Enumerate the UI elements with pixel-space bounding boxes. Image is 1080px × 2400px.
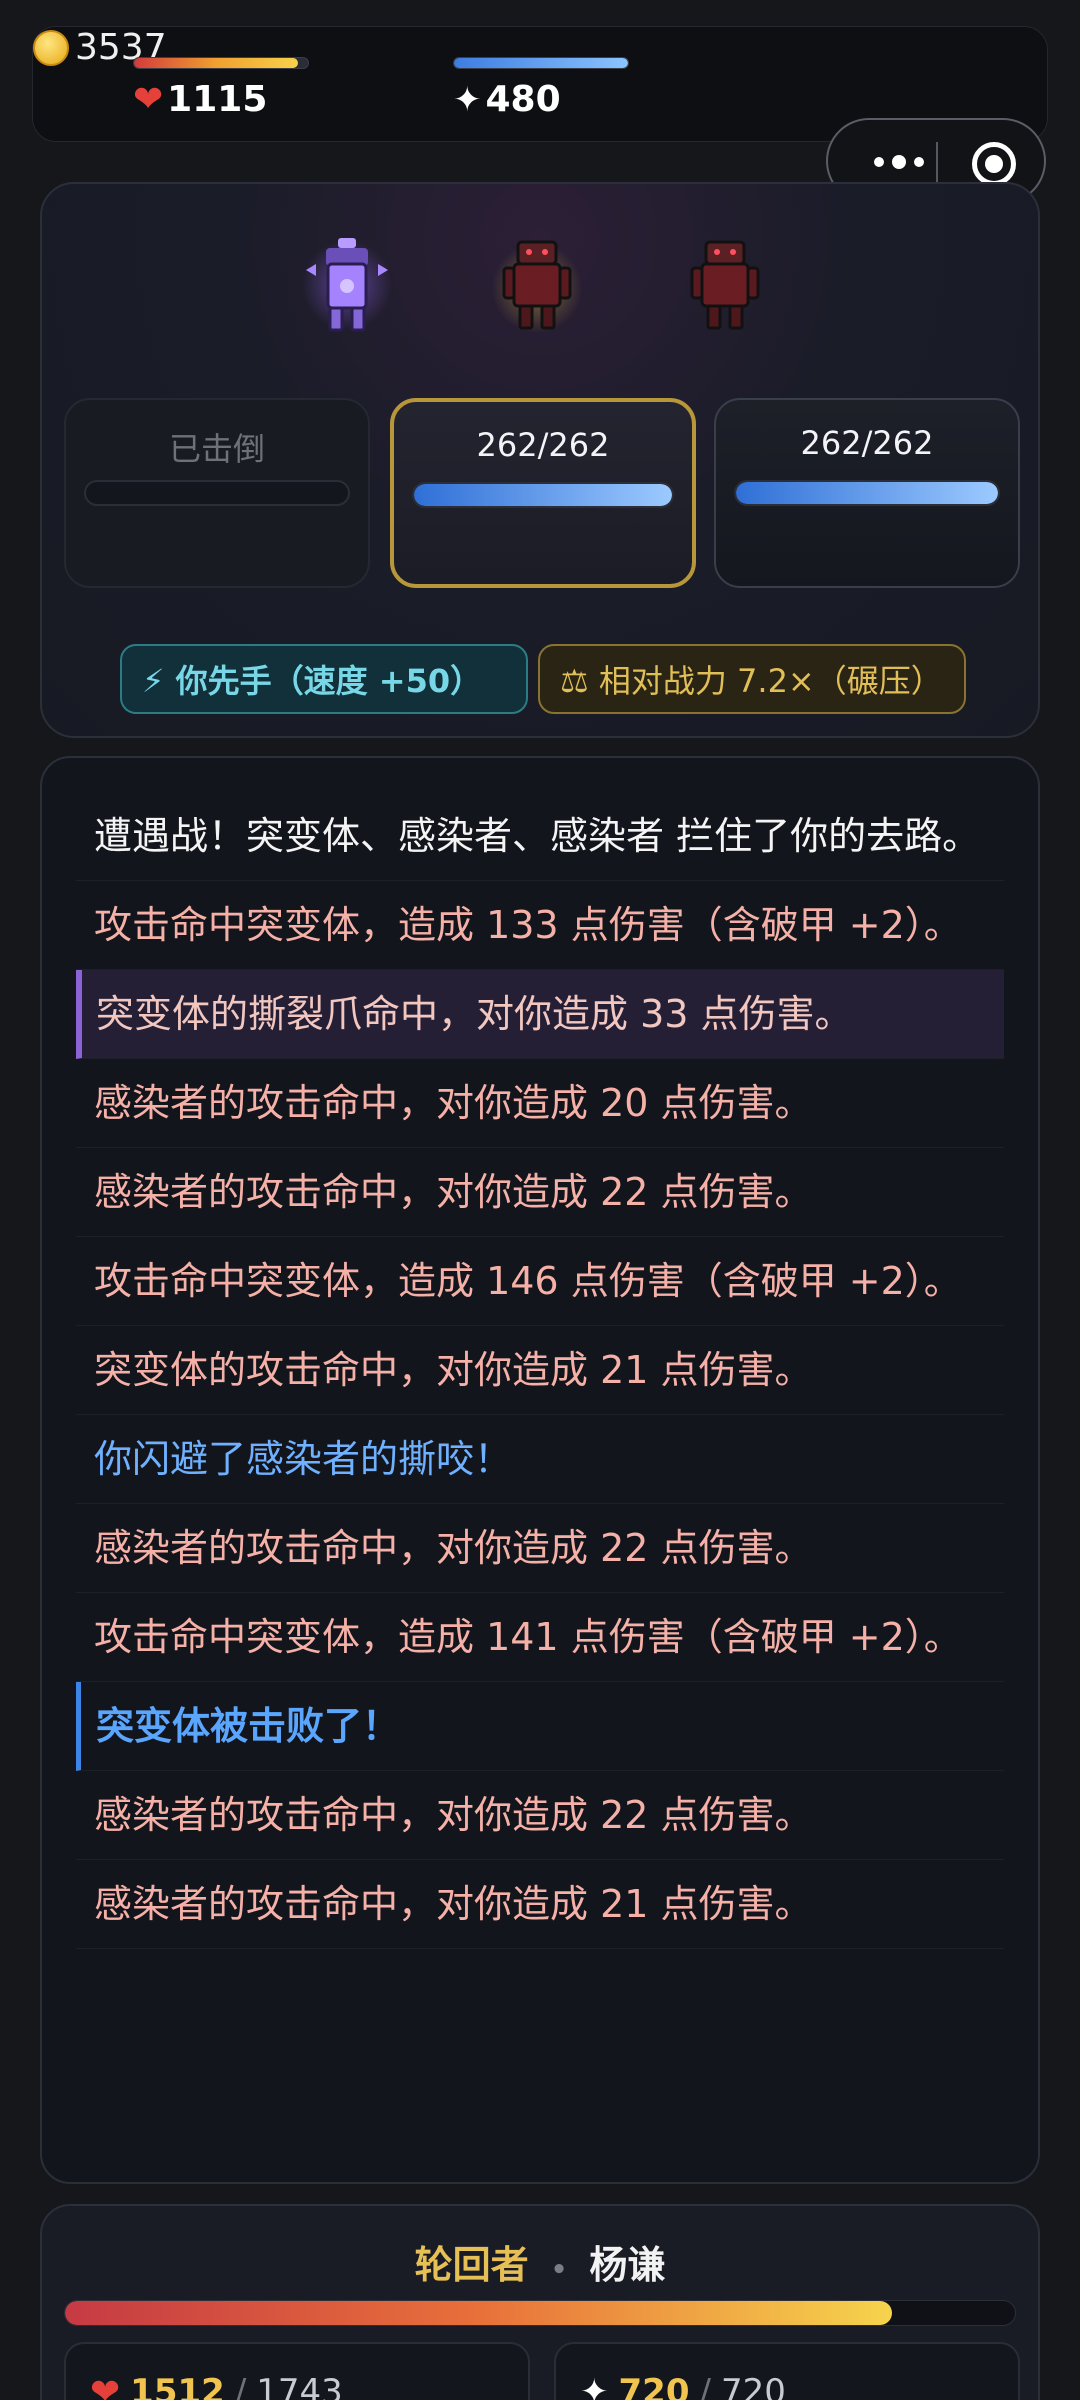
enemy-status: 已击倒 <box>168 430 265 468</box>
energy-slash: / <box>699 2372 711 2400</box>
enemy-hp-text: 262/262 <box>476 426 610 464</box>
title-separator: • <box>550 2255 568 2285</box>
relative-power-badge: ⚖ 相对战力 7.2×（碾压） <box>538 644 966 714</box>
player-hp-current: 1512 <box>130 2372 225 2400</box>
log-entry: 感染者的攻击命中，对你造成 20 点伤害。 <box>76 1059 1004 1148</box>
log-entry: 感染者的攻击命中，对你造成 22 点伤害。 <box>76 1504 1004 1593</box>
hp-slash: / <box>234 2372 247 2400</box>
enemy-card-selected[interactable]: 262/262 <box>390 398 696 588</box>
heart-icon: ❤ <box>133 79 164 120</box>
battle-panel: 已击倒 262/262 262/262 ⚡ 你先手（速度 +50） ⚖ 相对战力… <box>40 182 1040 738</box>
energy-stat: ✦ 480 <box>453 57 629 120</box>
enemy-hp-bar <box>734 480 1000 506</box>
enemy-card-defeated[interactable]: 已击倒 <box>64 398 370 588</box>
player-energy-current: 720 <box>618 2372 690 2400</box>
more-menu-icon[interactable] <box>856 142 942 182</box>
hp-value: 1115 <box>167 79 268 120</box>
log-entry: 突变体的攻击命中，对你造成 21 点伤害。 <box>76 1326 1004 1415</box>
infected-sprite-icon[interactable] <box>680 230 770 340</box>
player-title: 轮回者 • 杨谦 <box>42 2234 1038 2289</box>
player-class: 轮回者 <box>414 2243 529 2287</box>
log-entry: 感染者的攻击命中，对你造成 22 点伤害。 <box>76 1771 1004 1860</box>
player-panel: 轮回者 • 杨谦 ❤ 1512 / 1743 ✦ 720 / 720 <box>40 2204 1040 2400</box>
heart-icon: ❤ <box>90 2371 121 2400</box>
infected-sprite-icon[interactable] <box>492 230 582 340</box>
player-hp-bar <box>64 2300 1016 2326</box>
player-energy-card: ✦ 720 / 720 <box>554 2342 1020 2400</box>
energy-value: 480 <box>485 79 561 120</box>
log-entry: 攻击命中突变体，造成 133 点伤害（含破甲 +2）。 <box>76 881 1004 970</box>
log-entry-dodge: 你闪避了感染者的撕咬！ <box>76 1415 1004 1504</box>
log-entry: 遭遇战！突变体、感染者、感染者 拦住了你的去路。 <box>76 792 1004 881</box>
coin-icon <box>33 29 69 66</box>
enemy-hp-bar <box>412 482 674 508</box>
capsule-divider <box>936 142 938 186</box>
hp-stat: ❤ 1115 <box>133 57 309 120</box>
enemy-hp-text: 262/262 <box>800 424 934 462</box>
log-entry-skill: 突变体的撕裂爪命中，对你造成 33 点伤害。 <box>76 970 1004 1059</box>
close-target-icon[interactable] <box>972 142 1016 186</box>
energy-bar <box>453 57 629 69</box>
player-hp-card: ❤ 1512 / 1743 <box>64 2342 530 2400</box>
first-move-badge: ⚡ 你先手（速度 +50） <box>120 644 528 714</box>
player-name: 杨谦 <box>589 2243 666 2287</box>
log-entry: 攻击命中突变体，造成 146 点伤害（含破甲 +2）。 <box>76 1237 1004 1326</box>
log-entry: 攻击命中突变体，造成 141 点伤害（含破甲 +2）。 <box>76 1593 1004 1682</box>
mutant-sprite-icon[interactable] <box>302 230 392 340</box>
sparkle-icon: ✦ <box>580 2372 609 2400</box>
enemy-card[interactable]: 262/262 <box>714 398 1020 588</box>
player-hp-max: 1743 <box>256 2372 343 2400</box>
log-entry: 感染者的攻击命中，对你造成 21 点伤害。 <box>76 1860 1004 1949</box>
enemy-hp-bar <box>84 480 350 506</box>
log-entry-defeat: 突变体被击败了！ <box>76 1682 1004 1771</box>
player-energy-max: 720 <box>720 2372 786 2400</box>
log-entry: 感染者的攻击命中，对你造成 22 点伤害。 <box>76 1148 1004 1237</box>
sparkle-icon: ✦ <box>453 79 482 120</box>
hp-bar <box>133 57 309 69</box>
combat-log[interactable]: 遭遇战！突变体、感染者、感染者 拦住了你的去路。 攻击命中突变体，造成 133 … <box>40 756 1040 2184</box>
